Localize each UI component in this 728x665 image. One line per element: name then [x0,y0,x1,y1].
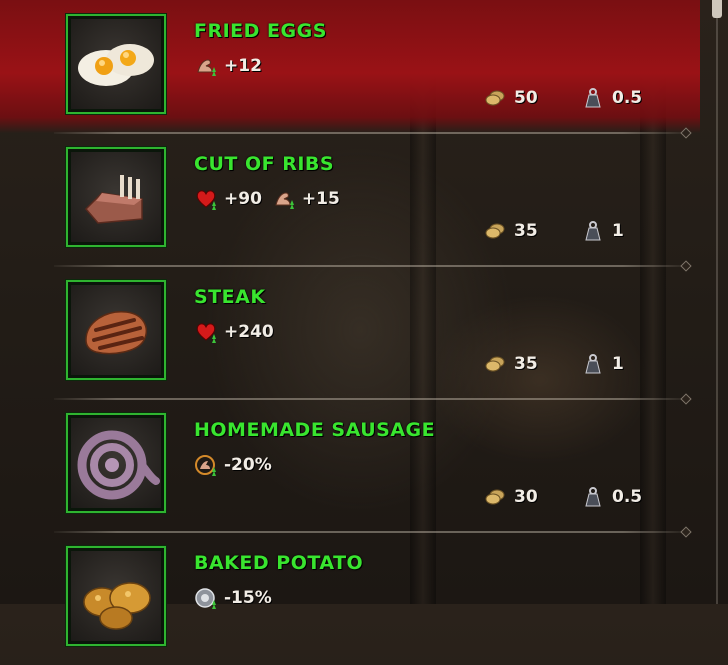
coin-icon [485,90,505,106]
item-thumbnail [66,14,166,114]
scrollbar[interactable] [706,0,728,604]
item-stats: +240 [194,320,274,344]
weight-icon [585,354,601,374]
item-weight: 1 [582,354,624,374]
item-row-baked-potato[interactable]: BAKED POTATO -15% [0,532,700,665]
item-name: STEAK [194,286,266,308]
item-thumbnail [66,147,166,247]
scroll-track[interactable] [716,18,718,604]
potato-icon [83,582,151,630]
item-row-steak[interactable]: STEAK +240 35 1 [0,266,700,400]
stat: +240 [194,320,274,344]
stamina-regen-icon [195,455,216,476]
fried-eggs-icon [78,44,154,86]
item-price: 30 [484,487,538,507]
item-row-homemade-sausage[interactable]: HOMEMADE SAUSAGE -20% 30 0.5 [0,399,700,533]
stat-value: -20% [224,455,272,475]
stat: +12 [194,54,262,78]
weight-icon [585,221,601,241]
weight-value: 1 [612,354,624,374]
health-boost-icon [196,190,216,210]
item-weight: 0.5 [582,487,642,507]
sausage-icon [77,430,160,500]
stat-value: -15% [224,588,272,608]
resist-icon [195,588,216,609]
stamina-boost-icon [197,59,216,76]
stat-value: +90 [224,189,262,209]
weight-icon [585,88,601,108]
stat: -15% [194,586,272,610]
weight-value: 1 [612,221,624,241]
weight-value: 0.5 [612,88,643,108]
stat: -20% [194,453,272,477]
coin-icon [485,489,505,505]
item-name: HOMEMADE SAUSAGE [194,419,436,441]
weight-value: 0.5 [612,487,643,507]
price-value: 35 [514,221,538,241]
item-price: 35 [484,221,538,241]
stat-value: +240 [224,322,274,342]
item-weight: 0.5 [582,88,642,108]
stat-value: +15 [301,189,340,209]
stamina-boost-icon [275,192,294,209]
item-stats: +90 +15 [194,187,340,211]
item-name: BAKED POTATO [194,552,364,574]
stat: +15 [272,187,340,211]
ribs-icon [84,175,143,224]
item-price: 35 [484,354,538,374]
coin-icon [485,223,505,239]
coin-icon [485,356,505,372]
item-thumbnail [66,546,166,646]
scroll-thumb[interactable] [712,0,722,18]
stat: +90 [194,187,262,211]
item-stats: +12 [194,54,262,78]
steak-icon [85,311,147,355]
item-thumbnail [66,280,166,380]
item-stats: -20% [194,453,272,477]
price-value: 30 [514,487,538,507]
item-thumbnail [66,413,166,513]
item-weight: 1 [582,221,624,241]
item-price: 50 [484,88,538,108]
item-name: CUT OF RIBS [194,153,335,175]
health-boost-icon [196,323,216,343]
weight-icon [585,487,601,507]
item-stats: -15% [194,586,272,610]
price-value: 50 [514,88,538,108]
item-name: FRIED EGGS [194,20,327,42]
item-row-cut-of-ribs[interactable]: CUT OF RIBS +90 +15 35 1 [0,133,700,267]
price-value: 35 [514,354,538,374]
item-row-fried-eggs[interactable]: FRIED EGGS +12 50 0.5 [0,0,700,134]
stat-value: +12 [224,56,262,76]
